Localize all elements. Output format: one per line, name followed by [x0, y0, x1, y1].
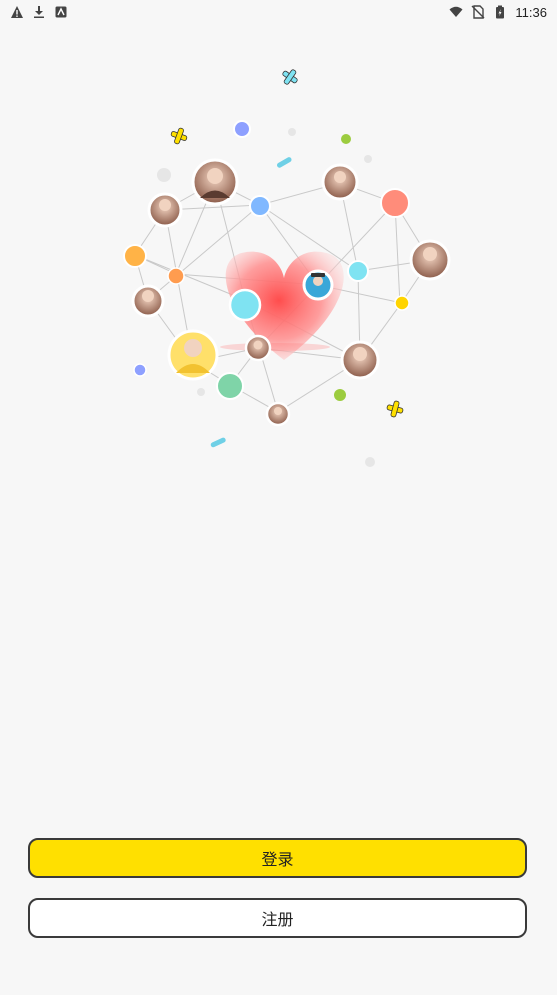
dot-cyan	[347, 260, 369, 282]
dot-green-small	[341, 134, 351, 144]
status-bar: 11:36	[0, 0, 557, 24]
dot-orange-small	[167, 267, 185, 285]
avatar-6	[131, 284, 165, 318]
avatar-7	[244, 334, 272, 362]
dot-cyan-large	[228, 288, 262, 322]
dot-grey-5	[365, 457, 375, 467]
dash-icon-cyan-2	[210, 437, 226, 448]
avatar-8	[167, 329, 219, 381]
warning-icon	[11, 6, 23, 18]
dot-green-tiny	[334, 389, 346, 401]
heart-shadow	[220, 343, 330, 351]
avatar-9	[340, 340, 380, 380]
plus-icon-yellow-2	[386, 400, 404, 418]
status-right: 11:36	[449, 5, 547, 20]
dot-purple-small	[133, 363, 147, 377]
dot-grey-4	[197, 388, 205, 396]
dot-coral	[380, 188, 410, 218]
dot-purple	[233, 120, 251, 138]
dot-blue	[249, 195, 271, 217]
dot-grey-2	[288, 128, 296, 136]
app-notification-icon	[55, 6, 67, 18]
register-button[interactable]: 注册	[28, 898, 527, 938]
avatar-5	[302, 269, 334, 301]
plus-icon-yellow-1	[170, 127, 188, 145]
login-button-label: 登录	[261, 850, 294, 869]
status-time: 11:36	[515, 4, 547, 20]
download-icon	[34, 6, 44, 18]
dot-yellow	[394, 295, 410, 311]
avatar-1	[191, 158, 239, 206]
register-button-label: 注册	[261, 910, 294, 929]
social-network-heart-illustration	[123, 69, 451, 467]
dot-grey-1	[157, 168, 171, 182]
plus-icon-cyan	[282, 69, 298, 85]
dot-green	[216, 372, 244, 400]
avatar-10	[265, 401, 291, 427]
dot-orange	[123, 244, 147, 268]
hero-illustration	[100, 55, 460, 485]
no-sim-icon	[471, 5, 485, 19]
avatar-2	[321, 163, 359, 201]
login-button[interactable]: 登录	[28, 838, 527, 878]
dash-icon-cyan-1	[276, 157, 292, 168]
dot-grey-3	[364, 155, 372, 163]
avatar-4	[409, 239, 451, 281]
battery-icon	[496, 5, 505, 19]
wifi-icon	[449, 6, 463, 17]
avatar-3	[147, 192, 183, 228]
status-left	[10, 5, 68, 19]
